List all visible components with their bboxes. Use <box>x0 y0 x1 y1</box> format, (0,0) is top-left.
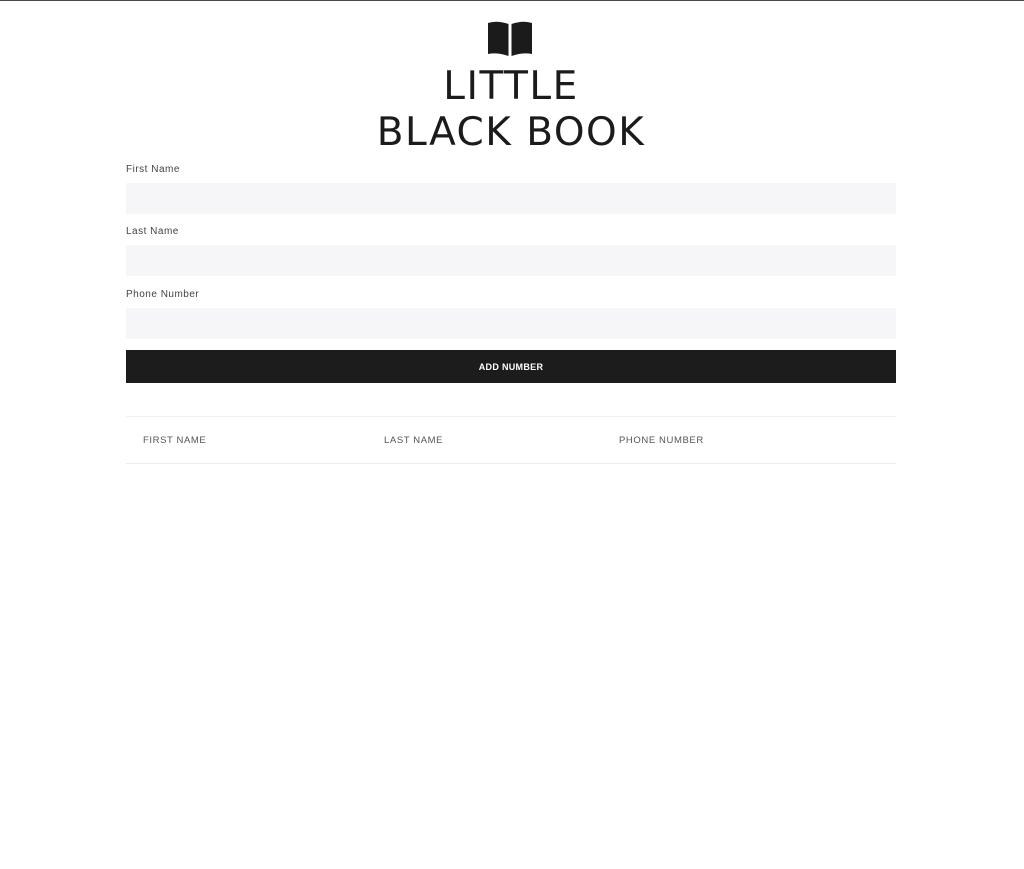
column-header-first-name: FIRST NAME <box>143 435 207 446</box>
app-header: LITTLE BLACK BOOK <box>126 0 896 160</box>
open-book-icon <box>488 21 532 56</box>
app-title-line-1: LITTLE <box>443 64 579 109</box>
add-number-button[interactable]: ADD NUMBER <box>126 350 896 383</box>
last-name-label: Last Name <box>126 226 179 237</box>
contacts-table: FIRST NAME LAST NAME PHONE NUMBER <box>126 416 896 464</box>
phone-number-label: Phone Number <box>126 289 200 300</box>
column-header-phone-number: PHONE NUMBER <box>619 435 704 446</box>
last-name-input[interactable] <box>126 245 896 276</box>
app-title-line-2: BLACK BOOK <box>376 110 646 155</box>
phone-number-input[interactable] <box>126 308 896 339</box>
first-name-label: First Name <box>126 164 180 175</box>
first-name-input[interactable] <box>126 183 896 214</box>
column-header-last-name: LAST NAME <box>384 435 444 446</box>
